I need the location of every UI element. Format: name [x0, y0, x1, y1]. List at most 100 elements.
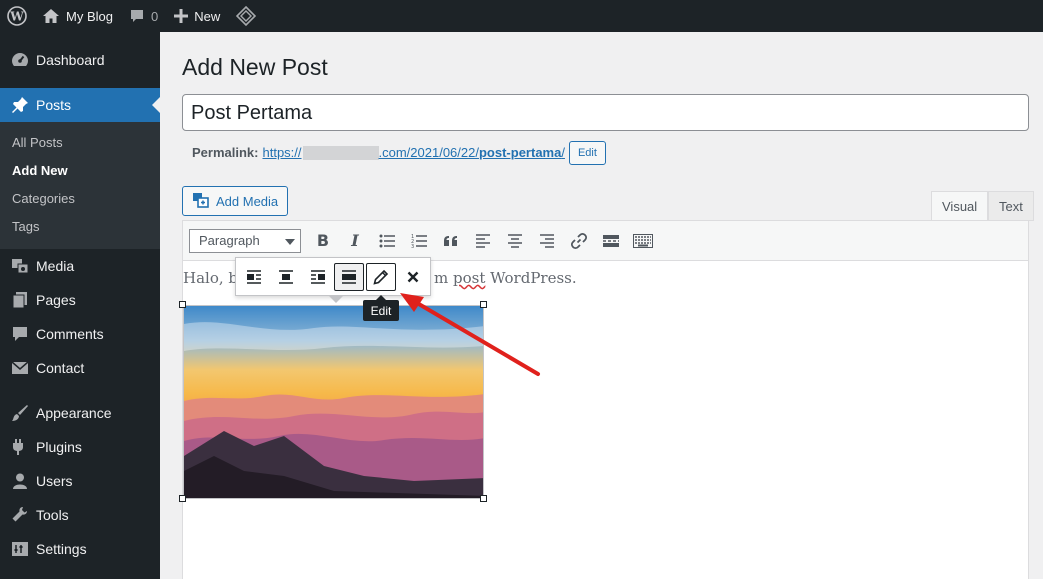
- comments-link[interactable]: 0: [121, 0, 166, 32]
- sidebar-item-label: Appearance: [36, 405, 112, 421]
- sidebar-item-label: Settings: [36, 541, 87, 557]
- submenu-item-tags[interactable]: Tags: [0, 213, 160, 241]
- caret-down-icon: [285, 233, 295, 248]
- comment-icon: [129, 8, 145, 24]
- link-icon: [570, 232, 588, 249]
- pages-icon: [10, 290, 30, 310]
- format-select-value: Paragraph: [199, 233, 260, 248]
- align-center-button[interactable]: [499, 226, 531, 256]
- add-media-button[interactable]: Add Media: [182, 186, 289, 216]
- svg-text:W: W: [9, 10, 24, 24]
- sidebar-item-label: Dashboard: [36, 52, 105, 68]
- sidebar-item-plugins[interactable]: Plugins: [0, 430, 160, 464]
- settings-icon: [10, 539, 30, 559]
- resize-handle-bottom-right[interactable]: [480, 495, 487, 502]
- align-left-button[interactable]: [467, 226, 499, 256]
- plus-icon: [174, 9, 189, 23]
- permalink-suffix: /: [561, 145, 565, 160]
- selected-image[interactable]: [183, 305, 484, 499]
- bulleted-list-button[interactable]: [371, 226, 403, 256]
- sunset-mountains-image: [184, 306, 483, 498]
- sidebar-item-label: Plugins: [36, 439, 82, 455]
- sidebar-item-posts[interactable]: Posts: [0, 88, 160, 122]
- diamond-plugin-icon[interactable]: [228, 0, 264, 32]
- close-icon: [407, 271, 419, 282]
- toolbar-toggle-button[interactable]: [627, 226, 659, 256]
- submenu-item-add-new[interactable]: Add New: [0, 157, 160, 185]
- italic-button[interactable]: I: [339, 226, 371, 256]
- resize-handle-top-left[interactable]: [179, 301, 186, 308]
- brush-icon: [10, 403, 30, 423]
- sidebar-item-label: Comments: [36, 326, 104, 342]
- wordpress-logo-icon[interactable]: W: [0, 0, 34, 32]
- sidebar-item-appearance[interactable]: Appearance: [0, 396, 160, 430]
- sidebar-item-dashboard[interactable]: Dashboard: [0, 43, 160, 77]
- edit-tooltip: Edit: [363, 295, 399, 321]
- image-remove-button[interactable]: [398, 263, 428, 291]
- image-align-left-button[interactable]: [239, 263, 269, 291]
- plugin-icon: [10, 437, 30, 457]
- post-title-input[interactable]: Post Pertama: [182, 94, 1029, 131]
- submenu-item-all-posts[interactable]: All Posts: [0, 129, 160, 157]
- sidebar-item-comments[interactable]: Comments: [0, 317, 160, 351]
- align-right-icon: [540, 233, 554, 248]
- mail-icon: [10, 358, 30, 378]
- paragraph-text-end: WordPress.: [485, 269, 577, 287]
- read-more-button[interactable]: [595, 226, 627, 256]
- dashboard-icon: [10, 50, 30, 70]
- blockquote-button[interactable]: [435, 226, 467, 256]
- read-more-icon: [603, 234, 619, 247]
- format-select[interactable]: Paragraph: [189, 228, 301, 253]
- bulleted-list-icon: [379, 234, 395, 247]
- permalink-slug: post-pertama: [478, 145, 562, 160]
- resize-handle-bottom-left[interactable]: [179, 495, 186, 502]
- site-name-link[interactable]: My Blog: [34, 0, 121, 32]
- bold-icon: B: [316, 231, 330, 250]
- editor-toolbar: Paragraph B I 123: [183, 221, 1028, 261]
- sidebar-item-label: Users: [36, 473, 73, 489]
- comments-count: 0: [150, 8, 159, 24]
- submenu-item-categories[interactable]: Categories: [0, 185, 160, 213]
- comment-icon: [10, 324, 30, 344]
- sidebar-item-label: Tools: [36, 507, 69, 523]
- permalink-row: Permalink: https:// .com/2021/06/22/ pos…: [192, 140, 606, 165]
- main-content: Add New Post Post Pertama Permalink: htt…: [160, 32, 1043, 579]
- sidebar-item-pages[interactable]: Pages: [0, 283, 160, 317]
- bold-button[interactable]: B: [307, 226, 339, 256]
- permalink-edit-button[interactable]: Edit: [568, 140, 606, 165]
- image-inline-toolbar: [235, 257, 431, 303]
- numbered-list-button[interactable]: 123: [403, 226, 435, 256]
- image-align-none-button[interactable]: [334, 262, 365, 291]
- image-align-center-button[interactable]: [271, 263, 301, 291]
- quote-icon: [444, 235, 457, 246]
- insert-link-button[interactable]: [563, 226, 595, 256]
- align-none-image-icon: [342, 269, 357, 284]
- permalink-prefix: https://: [262, 145, 302, 160]
- tab-visual[interactable]: Visual: [931, 191, 989, 221]
- align-right-image-icon: [310, 269, 325, 284]
- sidebar-item-label: Posts: [36, 97, 72, 113]
- sidebar-item-label: Contact: [36, 360, 85, 376]
- align-right-button[interactable]: [531, 226, 563, 256]
- sidebar-item-contact[interactable]: Contact: [0, 351, 160, 385]
- user-icon: [10, 471, 30, 491]
- new-content-link[interactable]: New: [166, 0, 228, 32]
- sidebar-item-settings[interactable]: Settings: [0, 532, 160, 566]
- align-center-icon: [508, 233, 522, 248]
- sidebar-item-media[interactable]: Media: [0, 249, 160, 283]
- permalink-middle: .com/2021/06/22/: [378, 145, 479, 160]
- sidebar-item-tools[interactable]: Tools: [0, 498, 160, 532]
- add-media-label: Add Media: [216, 193, 279, 209]
- media-icon: [10, 256, 30, 276]
- image-align-right-button[interactable]: [303, 263, 333, 291]
- sidebar-item-label: Pages: [36, 292, 76, 308]
- tab-text[interactable]: Text: [988, 191, 1034, 221]
- permalink-link[interactable]: https:// .com/2021/06/22/ post-pertama /: [262, 145, 564, 160]
- resize-handle-top-right[interactable]: [480, 301, 487, 308]
- align-center-image-icon: [278, 269, 293, 284]
- posts-submenu: All Posts Add New Categories Tags: [0, 122, 160, 249]
- sidebar-item-users[interactable]: Users: [0, 464, 160, 498]
- page-title: Add New Post: [182, 54, 328, 80]
- numbered-list-icon: 123: [411, 234, 427, 248]
- image-edit-button[interactable]: [366, 262, 397, 291]
